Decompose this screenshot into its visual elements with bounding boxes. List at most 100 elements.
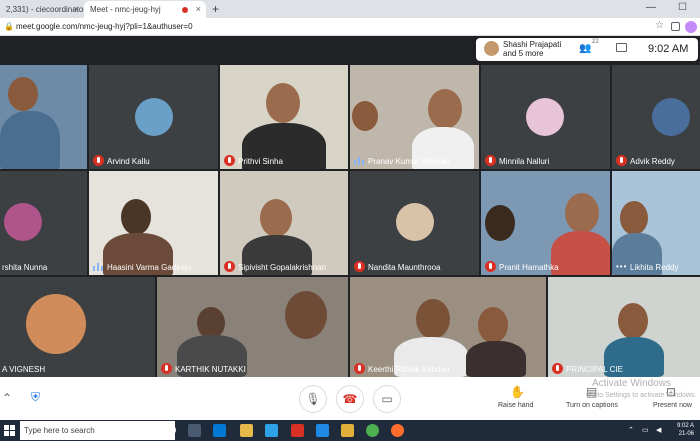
volume-icon[interactable]: ◀ <box>656 426 661 434</box>
participant-name: PRINCIPAL CIE <box>566 365 623 374</box>
host-more: and 5 more <box>503 49 544 58</box>
network-icon[interactable]: ▭ <box>642 426 649 434</box>
mic-off-icon <box>161 363 172 374</box>
phone-hangup-icon: ☎ <box>342 392 358 406</box>
video-person <box>285 291 327 339</box>
bookmark-star-icon[interactable]: ☆ <box>655 20 664 31</box>
mic-off-icon <box>354 261 365 272</box>
microphone-icon: 🎙 <box>305 392 321 406</box>
tray-chevron-icon[interactable]: ⌃ <box>628 426 634 434</box>
lock-icon: 🔒 <box>4 22 14 31</box>
outlook-icon[interactable] <box>213 424 226 437</box>
participant-tile[interactable]: Arvind Kallu <box>89 65 218 169</box>
tab-meet[interactable]: Meet - nmc-jeug-hyj × <box>84 1 206 18</box>
browser-edge-icon[interactable] <box>316 424 329 437</box>
people-icon[interactable]: 👥 <box>579 43 591 54</box>
participant-tile[interactable]: Nandita Maunthrooa <box>350 171 479 275</box>
chat-icon[interactable] <box>616 43 627 52</box>
windows-start-icon[interactable] <box>4 425 15 436</box>
participant-tile[interactable] <box>0 65 87 169</box>
participant-avatar <box>135 98 173 136</box>
mic-off-icon <box>485 261 496 272</box>
more-options-icon[interactable]: ••• <box>616 263 627 271</box>
participant-tile[interactable]: Prithvi Sinha <box>220 65 348 169</box>
new-tab-button[interactable]: + <box>212 2 219 16</box>
participant-name: Arvind Kallu <box>107 157 150 166</box>
address-bar[interactable]: 🔒 meet.google.com/nmc-jeug-hyj?pli=1&aut… <box>0 18 700 36</box>
participant-tile[interactable]: Sipivisht Gopalakrishnan <box>220 171 348 275</box>
captions-label[interactable]: Turn on captions <box>566 402 618 409</box>
shield-icon[interactable]: ⛨ <box>31 390 40 405</box>
participant-tile[interactable]: ••• Likhita Reddy <box>612 171 700 275</box>
cortana-icon[interactable] <box>166 425 176 435</box>
participant-name: Likhita Reddy <box>630 263 679 272</box>
mic-off-icon <box>354 363 365 374</box>
edge-icon[interactable] <box>265 424 278 437</box>
participant-tile[interactable]: Pranav Kumar Vijaiyan <box>350 65 479 169</box>
expand-icon[interactable]: ⌃ <box>2 391 12 405</box>
close-icon[interactable]: × <box>196 4 201 14</box>
host-avatar <box>484 41 499 56</box>
video-person <box>551 231 610 275</box>
video-person <box>565 193 599 233</box>
chrome-icon[interactable] <box>366 424 379 437</box>
taskbar-search-box[interactable]: Type here to search <box>20 421 175 440</box>
video-person <box>0 111 60 169</box>
participant-name: A VIGNESH <box>2 365 46 374</box>
participant-name: Prithvi Sinha <box>238 157 283 166</box>
participant-tile[interactable]: PRINCIPAL CIE <box>548 277 700 377</box>
participant-tile[interactable]: Haasini Varma Gadiraju <box>89 171 218 275</box>
folder-icon[interactable] <box>341 424 354 437</box>
host-name: Shashi Prajapati <box>503 40 562 49</box>
file-explorer-icon[interactable] <box>240 424 253 437</box>
participant-tile[interactable]: Advik Reddy <box>612 65 700 169</box>
video-person <box>466 341 526 377</box>
speaking-icon <box>93 263 103 271</box>
camera-button[interactable]: ▭ <box>373 385 401 413</box>
participant-name: Pranav Kumar Vijaiyan <box>368 157 450 166</box>
mic-off-icon <box>552 363 563 374</box>
participant-avatar <box>526 98 564 136</box>
activate-windows-title: Activate Windows <box>592 378 671 389</box>
participant-tile[interactable]: Keerthi Rithvik Kanduri <box>350 277 546 377</box>
video-person <box>121 199 151 235</box>
participant-tile[interactable]: Pranit Hamathka <box>481 171 610 275</box>
clock-time: 9:02 A <box>676 423 694 429</box>
raise-hand-label[interactable]: Raise hand <box>498 402 533 409</box>
video-person <box>485 205 515 241</box>
video-person <box>260 199 292 237</box>
participant-name: Sipivisht Gopalakrishnan <box>238 263 327 272</box>
participant-name: Pranit Hamathka <box>499 263 559 272</box>
participant-tile[interactable]: rshita Nunna <box>0 171 87 275</box>
video-person <box>478 307 508 343</box>
tab-meet-label: Meet - nmc-jeug-hyj <box>90 5 161 14</box>
media-app-icon[interactable] <box>291 424 304 437</box>
participant-avatar <box>4 203 42 241</box>
browser-tab-strip: 2,331) - ciecoordinator@ × Meet - nmc-je… <box>0 0 700 18</box>
tab-mail[interactable]: 2,331) - ciecoordinator@ × <box>0 1 84 18</box>
participant-name: Keerthi Rithvik Kanduri <box>368 365 450 374</box>
minimize-icon[interactable]: — <box>646 2 656 13</box>
camera-icon: ▭ <box>381 392 393 406</box>
mic-off-icon <box>93 155 104 166</box>
mic-off-icon <box>224 261 235 272</box>
participant-tile[interactable]: Minnila Nalluri <box>481 65 610 169</box>
maximize-icon[interactable]: ☐ <box>678 2 687 13</box>
participant-tile[interactable]: A VIGNESH <box>0 277 155 377</box>
present-label[interactable]: Present now <box>653 402 692 409</box>
close-icon[interactable]: × <box>74 4 79 14</box>
profile-avatar[interactable] <box>685 21 697 33</box>
participant-name: Minnila Nalluri <box>499 157 550 166</box>
url-text[interactable]: meet.google.com/nmc-jeug-hyj?pli=1&authu… <box>16 22 193 31</box>
participant-tile[interactable]: KARTHIK NUTAKKI <box>157 277 348 377</box>
mic-button[interactable]: 🎙 <box>299 385 327 413</box>
participant-avatar <box>652 98 690 136</box>
participant-grid: Arvind Kallu Prithvi Sinha Pranav Kumar … <box>0 63 700 377</box>
extension-icon[interactable] <box>671 22 680 31</box>
firefox-icon[interactable] <box>391 424 404 437</box>
hand-icon[interactable]: ✋ <box>510 385 525 399</box>
leave-call-button[interactable]: ☎ <box>336 385 364 413</box>
taskbar-clock[interactable]: 9:02 A 21-06 <box>677 422 694 438</box>
task-view-icon[interactable] <box>188 424 201 437</box>
taskbar-search-placeholder: Type here to search <box>24 426 95 435</box>
